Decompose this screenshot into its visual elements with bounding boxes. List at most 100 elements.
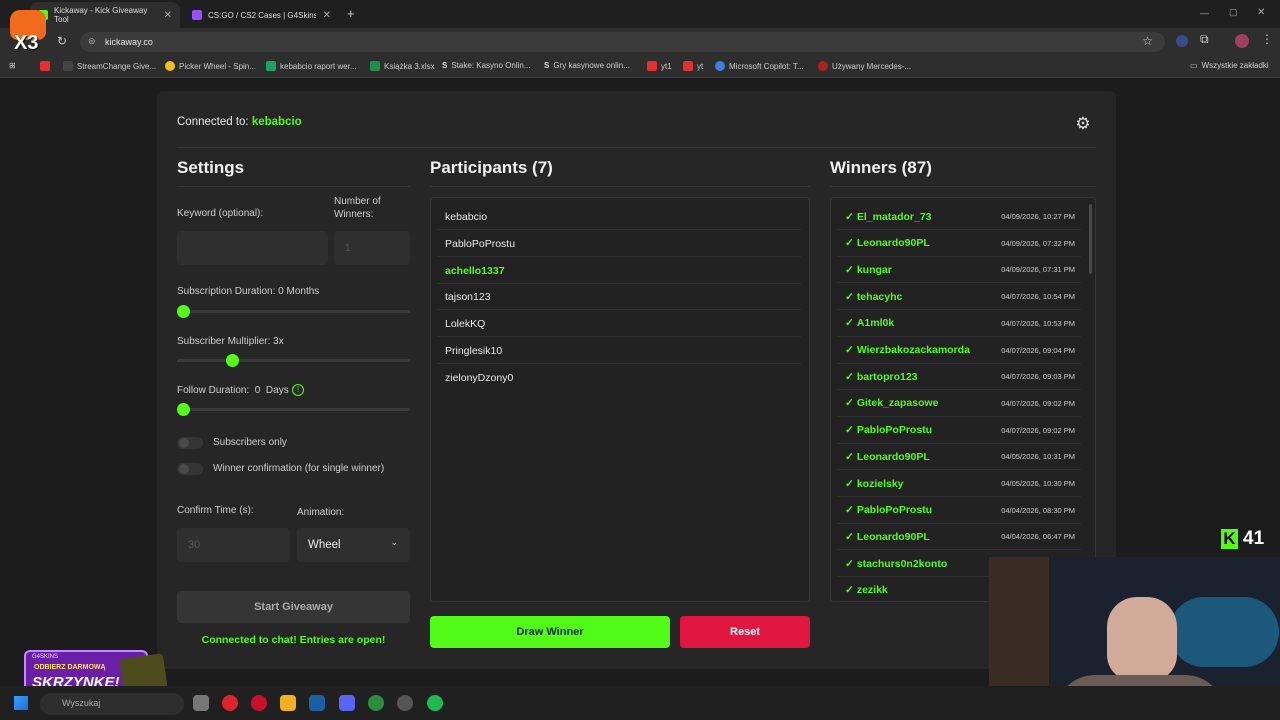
bookmark-kebabcio-raport[interactable]: kebabcio raport wer... — [266, 61, 356, 71]
winner-row[interactable]: ✓ A1ml0k 04/07/2026, 10:53 PM — [837, 311, 1081, 337]
bookmark-copilot[interactable]: Microsoft Copilot: T... — [715, 61, 804, 71]
check-icon: ✓ — [845, 263, 854, 276]
winner-date: 04/09/2026, 10:27 PM — [1001, 212, 1075, 221]
menu-kebab-icon[interactable]: ⋮ — [1261, 32, 1273, 46]
keyword-input[interactable] — [177, 231, 328, 265]
minimize-button[interactable]: — — [1200, 8, 1209, 18]
spotify-icon[interactable] — [427, 695, 443, 711]
bookmark-mercedes[interactable]: Używany Mercedes-... — [818, 61, 911, 71]
follow-duration-slider-handle[interactable] — [177, 403, 190, 416]
participant-row[interactable]: LolekKQ — [437, 311, 801, 337]
extensions-puzzle-icon[interactable]: ⧉ — [1200, 32, 1209, 47]
profile-avatar[interactable] — [1235, 34, 1249, 48]
browser-tab-bar: Kickaway - Kick Giveaway Tool ✕ CS:GO / … — [0, 0, 1280, 28]
chrome-icon[interactable] — [368, 695, 384, 711]
bookmark-yt[interactable]: yt — [683, 61, 703, 71]
discord-icon[interactable] — [339, 695, 355, 711]
bookmark-streamchange[interactable]: StreamChange Give... — [63, 61, 156, 71]
participants-title: Participants (7) — [430, 158, 553, 177]
winners-scrollbar[interactable] — [1089, 204, 1092, 274]
all-bookmarks-folder[interactable]: ▭ Wszystkie zakładki — [1190, 61, 1269, 70]
animation-label: Animation: — [297, 507, 345, 518]
winner-confirmation-toggle[interactable] — [177, 463, 203, 475]
new-tab-button[interactable]: + — [347, 6, 355, 21]
participant-row[interactable]: kebabcio — [437, 204, 801, 230]
winner-row[interactable]: ✓ PabloPoProstu 04/04/2026, 08:30 PM — [837, 498, 1081, 524]
sub-duration-slider-handle[interactable] — [177, 305, 190, 318]
close-tab-icon[interactable]: ✕ — [164, 10, 172, 21]
bookmark-stake[interactable]: S Stake: Kasyno Onlin... — [442, 61, 531, 70]
star-icon[interactable]: ☆ — [1142, 34, 1153, 48]
task-view-icon[interactable] — [193, 695, 209, 711]
subscribers-only-toggle[interactable] — [177, 437, 203, 449]
app-icon[interactable] — [397, 695, 413, 711]
winner-row[interactable]: ✓ PabloPoProstu 04/07/2026, 09:02 PM — [837, 418, 1081, 444]
bookmark-pickerwheel[interactable]: Picker Wheel - Spin... — [165, 61, 256, 71]
winner-name: PabloPoProstu — [856, 424, 933, 437]
winner-row[interactable]: ✓ kozielsky 04/05/2026, 10:30 PM — [837, 471, 1081, 497]
winner-row[interactable]: ✓ Leonardo90PL 04/05/2026, 10:31 PM — [837, 444, 1081, 471]
bookmark-yt1[interactable]: yt1 — [647, 61, 672, 71]
promo-brand: G4SKINS — [32, 654, 59, 660]
start-giveaway-button[interactable]: Start Giveaway — [177, 591, 410, 623]
site-info-icon[interactable]: ⊜ — [88, 36, 96, 47]
opera-gx-icon[interactable] — [251, 695, 267, 711]
winner-row[interactable]: ✓ bartopro123 04/07/2026, 09:03 PM — [837, 364, 1081, 391]
sub-duration-track[interactable] — [177, 310, 410, 313]
steam-icon[interactable] — [309, 695, 325, 711]
gear-icon[interactable]: ⚙ — [1072, 113, 1094, 135]
apps-grid-icon[interactable]: ⊞ — [9, 61, 16, 70]
participant-row[interactable]: Pringlesik10 — [437, 338, 801, 364]
close-tab-icon[interactable]: ✕ — [323, 10, 331, 21]
participants-divider — [430, 186, 810, 187]
follow-duration-track[interactable] — [177, 408, 410, 411]
tab-title: CS:GO / CS2 Cases | G4Skins Ca — [208, 10, 316, 20]
winner-date: 04/07/2026, 09:02 PM — [1001, 398, 1075, 408]
participant-row[interactable]: PabloPoProstu — [437, 231, 801, 257]
winner-row[interactable]: ✓ Leonardo90PL 04/04/2026, 06:47 PM — [837, 524, 1081, 551]
reset-button[interactable]: Reset — [680, 616, 810, 648]
chat-status-message: Connected to chat! Entries are open! — [201, 634, 386, 646]
winner-row[interactable]: ✓ El_matador_73 04/09/2026, 10:27 PM — [837, 204, 1081, 230]
winner-date: 04/05/2026, 10:30 PM — [1001, 479, 1075, 488]
winner-date: 04/07/2026, 09:04 PM — [1001, 345, 1075, 355]
participant-row[interactable]: tajson123 — [437, 284, 801, 310]
winner-row[interactable]: ✓ Gitek_zapasowe 04/07/2026, 09:02 PM — [837, 391, 1081, 417]
taskbar-search-input[interactable]: Wyszukaj — [40, 693, 184, 715]
check-icon: ✓ — [845, 584, 854, 597]
winner-row[interactable]: ✓ Wierzbakozackamorda 04/07/2026, 09:04 PM — [837, 338, 1081, 364]
participant-row[interactable]: zielonyDzony0 — [437, 365, 801, 391]
winner-date: 04/09/2026, 07:32 PM — [1001, 238, 1075, 248]
confirm-time-input[interactable]: 30 — [177, 528, 290, 562]
draw-winner-button[interactable]: Draw Winner — [430, 616, 670, 648]
url-text: kickaway.co — [105, 37, 153, 47]
winner-row[interactable]: ✓ kungar 04/09/2026, 07:31 PM — [837, 257, 1081, 284]
winner-name: zezikk — [856, 584, 888, 597]
winner-name: bartopro123 — [856, 370, 918, 383]
reload-icon[interactable]: ↻ — [57, 34, 67, 48]
participant-row-highlighted[interactable]: achello1337 — [437, 258, 801, 284]
url-field[interactable]: ⊜ kickaway.co ☆ — [80, 32, 1165, 52]
bookmark-ksiazka[interactable]: Książka 3.xlsx — [370, 61, 435, 71]
windows-start-icon[interactable] — [14, 696, 28, 710]
opera-icon[interactable] — [222, 695, 238, 711]
winner-name: Leonardo90PL — [856, 530, 930, 543]
file-explorer-icon[interactable] — [280, 695, 296, 711]
maximize-button[interactable]: ▢ — [1229, 7, 1238, 18]
close-window-button[interactable]: ✕ — [1257, 7, 1265, 18]
winner-date: 04/07/2026, 10:54 PM — [1001, 292, 1075, 302]
bookmark-youtube[interactable] — [40, 61, 50, 71]
winner-row[interactable]: ✓ Leonardo90PL 04/09/2026, 07:32 PM — [837, 231, 1081, 257]
animation-select[interactable]: Wheel ⌄ — [297, 528, 410, 562]
winners-count-input[interactable]: 1 — [334, 231, 410, 265]
bookmark-gry-kasynowe[interactable]: S Gry kasynowe onlin... — [544, 61, 630, 70]
extension-icon[interactable] — [1176, 35, 1188, 47]
sub-multiplier-slider-handle[interactable] — [226, 354, 239, 367]
info-icon[interactable]: ! — [292, 384, 304, 396]
tab-kickaway[interactable]: Kickaway - Kick Giveaway Tool ✕ — [30, 2, 180, 28]
winner-row[interactable]: ✓ tehacyhc 04/07/2026, 10:54 PM — [837, 284, 1081, 311]
tab-g4skins[interactable]: CS:GO / CS2 Cases | G4Skins Ca ✕ — [184, 2, 339, 28]
winners-count-label: Number of Winners: — [334, 196, 381, 220]
connection-status: Connected to: kebabcio — [177, 116, 302, 128]
sub-multiplier-track[interactable] — [177, 359, 410, 362]
